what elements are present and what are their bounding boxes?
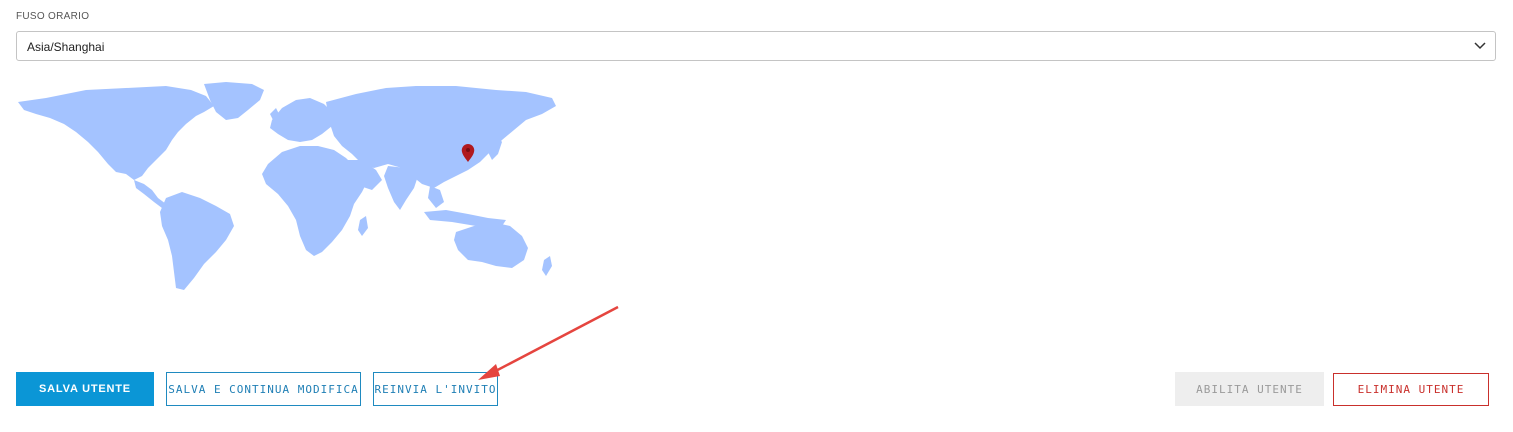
save-continue-button[interactable]: SALVA E CONTINUA MODIFICA — [166, 372, 361, 406]
new-zealand-shape — [542, 256, 552, 276]
world-map[interactable] — [16, 80, 556, 292]
europe-shape — [270, 98, 334, 142]
delete-user-button[interactable]: ELIMINA UTENTE — [1333, 373, 1489, 406]
australia-shape — [454, 222, 528, 268]
chevron-down-icon — [1474, 42, 1486, 50]
north-america-shape — [18, 86, 214, 180]
southeast-asia-shape — [428, 186, 444, 208]
timezone-selected-value: Asia/Shanghai — [27, 40, 105, 54]
india-shape — [384, 166, 418, 210]
timezone-label: FUSO ORARIO — [16, 11, 90, 22]
land-masses — [18, 82, 556, 290]
greenland-shape — [204, 82, 264, 120]
south-america-shape — [160, 192, 234, 290]
timezone-select[interactable]: Asia/Shanghai — [16, 31, 1496, 61]
central-america-shape — [134, 180, 166, 208]
enable-user-button[interactable]: ABILITA UTENTE — [1175, 372, 1324, 406]
save-user-button[interactable]: SALVA UTENTE — [16, 372, 154, 406]
madagascar-shape — [358, 216, 368, 236]
resend-invite-button[interactable]: REINVIA L'INVITO — [373, 372, 498, 406]
